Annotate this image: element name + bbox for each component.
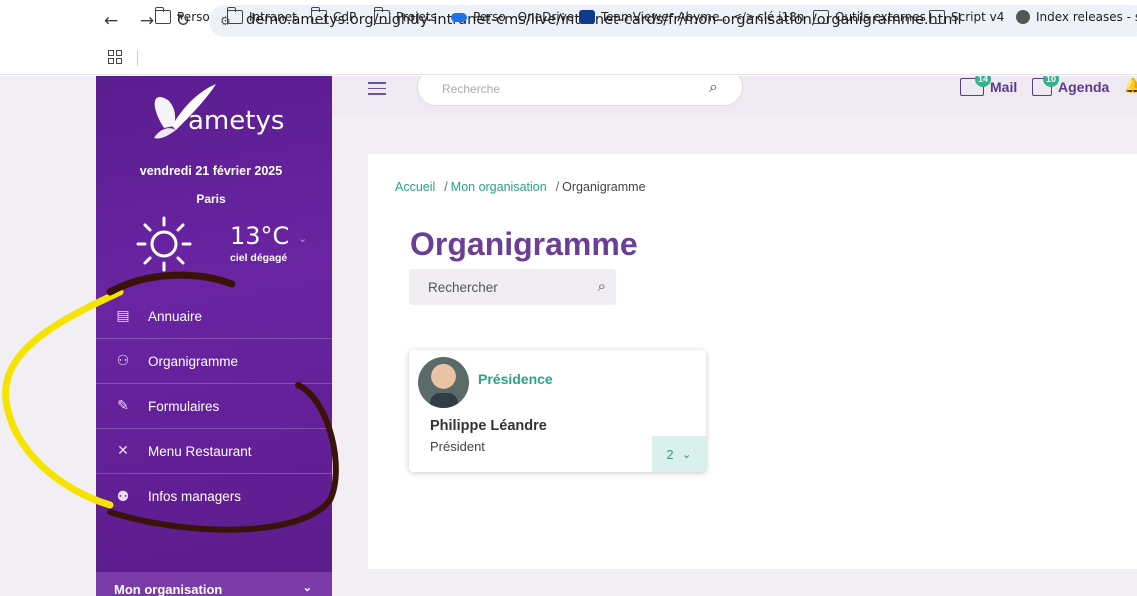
sun-icon <box>136 216 192 272</box>
bookmark-index-releases[interactable]: Index releases - sol <box>1016 8 1137 26</box>
bookmark-perso[interactable]: Perso <box>154 7 210 26</box>
page-icon <box>813 10 829 24</box>
section-label: Mon organisation <box>114 582 223 596</box>
folder-icon <box>226 7 243 24</box>
bookmark-onedrive[interactable]: Perso - OneDrive <box>451 8 574 26</box>
bookmark-outils-externes[interactable]: Outils externes <box>813 8 926 26</box>
sidebar-item-infos-managers[interactable]: ⚉ Infos managers <box>96 474 332 519</box>
main-content: Accueil / Mon organisation / Organigramme Or… <box>368 154 1137 569</box>
bookmark-cdp[interactable]: CdP <box>310 7 357 26</box>
logo-text: ametys <box>188 106 285 136</box>
org-unit-title[interactable]: Présidence <box>478 371 553 387</box>
sidebar-item-annuaire[interactable]: ▤ Annuaire <box>96 294 332 339</box>
bookmark-label: Index releases - sol <box>1036 10 1137 24</box>
sidebar-item-menu-restaurant[interactable]: ✕ Menu Restaurant <box>96 429 332 474</box>
global-search[interactable]: Recherche ⌕ <box>417 76 743 106</box>
bookmark-projets[interactable]: Projets <box>373 7 437 26</box>
bookmark-label: Script v4 <box>951 10 1005 24</box>
bookmark-cle-i18n[interactable]: </> clé i18n <box>733 8 804 26</box>
breadcrumb-mon-organisation[interactable]: Mon organisation <box>451 180 547 194</box>
temperature: 13°C <box>230 222 290 250</box>
agenda-label: Agenda <box>1058 79 1110 95</box>
mail-label: Mail <box>990 79 1018 95</box>
breadcrumb-separator: / <box>555 180 560 194</box>
breadcrumb-current: Organigramme <box>562 180 646 194</box>
utensils-icon: ✕ <box>117 443 129 459</box>
sidebar-item-formulaires[interactable]: ✎ Formulaires <box>96 384 332 429</box>
top-bar: Recherche ⌕ 14 Mail 10 Agenda 🔔 <box>332 76 1137 116</box>
back-arrow-icon[interactable]: ← <box>100 10 122 32</box>
mail-icon: 14 <box>960 76 991 96</box>
bell-icon[interactable]: 🔔 <box>1124 78 1137 94</box>
form-icon: ✎ <box>117 398 129 414</box>
sidebar-item-label: Formulaires <box>148 398 220 414</box>
mail-badge: 14 <box>975 76 991 87</box>
sidebar-item-label: Organigramme <box>148 353 239 369</box>
cloud-icon <box>451 12 467 22</box>
folder-icon <box>310 7 327 24</box>
bookmarks-separator <box>137 50 138 66</box>
bookmark-label: TeamViewer Abyme... <box>601 10 731 24</box>
sidebar-item-label: Annuaire <box>148 308 203 324</box>
folder-icon <box>154 7 171 24</box>
children-count: 2 <box>666 446 674 462</box>
org-chart-icon: ⚇ <box>116 353 130 369</box>
apps-grid-icon[interactable] <box>108 50 122 64</box>
bookmark-label: CdP <box>333 10 357 24</box>
chevron-down-icon: ⌄ <box>302 582 312 594</box>
org-card[interactable]: Présidence Philippe Léandre Président 2 … <box>409 350 706 472</box>
code-icon: </> <box>733 10 756 23</box>
bookmark-intranet[interactable]: Intranet <box>226 7 297 26</box>
search-icon[interactable]: ⌕ <box>709 77 718 97</box>
weather-city: Paris <box>196 192 226 206</box>
person-role: Président <box>430 439 485 454</box>
teamviewer-icon <box>579 10 595 24</box>
bookmark-label: Perso <box>177 10 210 24</box>
breadcrumb-accueil[interactable]: Accueil <box>395 180 435 194</box>
chevron-down-icon: ⌄ <box>681 447 692 461</box>
page-icon <box>929 10 945 24</box>
folder-icon <box>373 7 390 24</box>
weather-description: ciel dégagé <box>230 252 288 264</box>
bookmark-label: clé i18n <box>757 10 805 24</box>
sidebar-item-label: Menu Restaurant <box>148 443 252 459</box>
page-title: Organigramme <box>410 226 638 262</box>
mail-link[interactable]: 14 Mail <box>960 76 1018 96</box>
id-card-icon: ▤ <box>116 308 130 324</box>
sidebar: ametys vendredi 21 février 2025 Paris 13… <box>96 76 332 596</box>
agenda-link[interactable]: 10 Agenda <box>1032 76 1110 96</box>
bookmark-label: Intranet <box>249 10 297 24</box>
page: Recherche ⌕ 14 Mail 10 Agenda 🔔 ametys v… <box>0 76 1137 596</box>
global-search-placeholder: Recherche <box>442 82 501 96</box>
person-name[interactable]: Philippe Léandre <box>430 418 547 434</box>
breadcrumb: Accueil / Mon organisation / Organigramme <box>395 180 646 194</box>
hamburger-menu-icon[interactable] <box>368 82 386 96</box>
calendar-icon: 10 <box>1032 76 1059 96</box>
chevron-down-icon[interactable]: ⌄ <box>298 232 307 245</box>
sidebar-item-label: Infos managers <box>148 489 242 504</box>
sidebar-item-organigramme[interactable]: ⚇ Organigramme <box>96 339 332 384</box>
org-search-input[interactable]: Rechercher ⌕ <box>409 269 616 305</box>
bookmark-label: Projets <box>396 10 437 24</box>
managers-icon: ⚉ <box>116 488 130 505</box>
bookmarks-bar <box>0 42 1137 75</box>
section-mon-organisation[interactable]: Mon organisation ⌄ <box>96 572 332 596</box>
sidebar-menu: ▤ Annuaire ⚇ Organigramme ✎ Formulaires … <box>96 294 332 519</box>
breadcrumb-separator: / <box>444 180 448 194</box>
search-icon[interactable]: ⌕ <box>598 277 606 295</box>
current-date: vendredi 21 février 2025 <box>139 164 283 178</box>
org-search-placeholder: Rechercher <box>428 280 498 295</box>
bookmark-teamviewer[interactable]: TeamViewer Abyme... <box>579 8 731 26</box>
bookmark-script-v4[interactable]: Script v4 <box>929 8 1004 26</box>
avatar <box>418 357 469 408</box>
agenda-badge: 10 <box>1043 76 1059 87</box>
bookmark-label: Outils externes <box>835 10 926 24</box>
expand-children-button[interactable]: 2 ⌄ <box>652 436 706 472</box>
globe-icon <box>1016 10 1030 24</box>
bookmark-label: Perso - OneDrive <box>473 10 575 24</box>
